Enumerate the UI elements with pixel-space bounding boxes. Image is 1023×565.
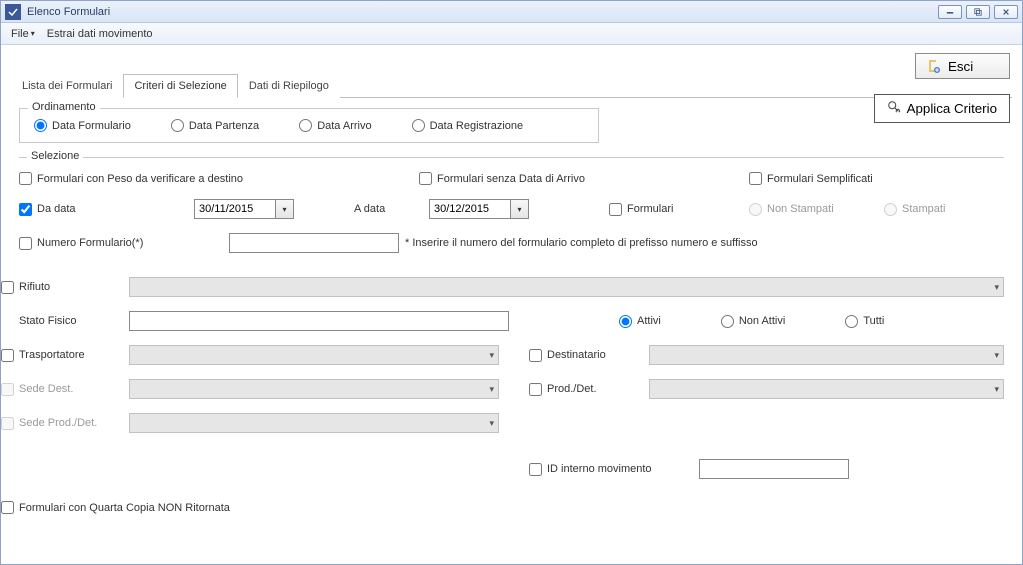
check-prod-det[interactable]: Prod./Det.: [529, 383, 597, 396]
stato-fisico-input[interactable]: [129, 311, 509, 331]
tab-dati-riepilogo[interactable]: Dati di Riepilogo: [238, 74, 340, 98]
check-destinatario[interactable]: Destinatario: [529, 349, 606, 362]
check-quarta-copia[interactable]: Formulari con Quarta Copia NON Ritornata: [1, 501, 230, 514]
da-data-picker-button[interactable]: ▾: [276, 199, 294, 219]
ordinamento-legend: Ordinamento: [28, 101, 100, 113]
menubar: File ▾ Estrai dati movimento: [1, 23, 1022, 45]
check-peso-verificare[interactable]: Formulari con Peso da verificare a desti…: [19, 172, 243, 185]
da-data-field: ▾: [194, 199, 294, 219]
chevron-down-icon: ▾: [489, 350, 494, 361]
esci-button[interactable]: Esci: [915, 53, 1010, 79]
check-sede-prod-det: Sede Prod./Det.: [1, 417, 97, 430]
prod-det-combo[interactable]: ▾: [649, 379, 1004, 399]
tab-bar: Lista dei Formulari Criteri di Selezione…: [11, 73, 1012, 98]
hint-numero: * Inserire il numero del formulario comp…: [405, 237, 758, 249]
radio-stampati: Stampati: [884, 203, 945, 216]
radio-data-registrazione[interactable]: Data Registrazione: [412, 119, 524, 132]
menu-file[interactable]: File ▾: [5, 26, 41, 42]
radio-tutti[interactable]: Tutti: [845, 315, 884, 328]
sede-dest-combo[interactable]: ▾: [129, 379, 499, 399]
form-area: Ordinamento Data Formulario Data Partenz…: [11, 98, 1012, 514]
menu-file-label: File: [11, 28, 29, 40]
check-rifiuto[interactable]: Rifiuto: [1, 281, 50, 294]
numero-formulario-input[interactable]: [229, 233, 399, 253]
window-controls: [938, 5, 1018, 19]
app-window: Elenco Formulari File ▾ Estrai dati movi…: [0, 0, 1023, 565]
id-interno-input[interactable]: [699, 459, 849, 479]
exit-icon: [926, 58, 942, 74]
sede-prod-det-combo[interactable]: ▾: [129, 413, 499, 433]
radio-attivi[interactable]: Attivi: [619, 315, 661, 328]
check-semplificati[interactable]: Formulari Semplificati: [749, 172, 873, 185]
esci-label: Esci: [948, 59, 973, 74]
check-formulari[interactable]: Formulari: [609, 203, 673, 216]
a-data-label: A data: [354, 203, 385, 215]
chevron-down-icon: ▾: [489, 418, 494, 429]
selezione-legend: Selezione: [27, 150, 83, 162]
tab-criteri-selezione[interactable]: Criteri di Selezione: [123, 74, 237, 98]
tab-lista-formulari[interactable]: Lista dei Formulari: [11, 74, 123, 98]
app-icon: [5, 4, 21, 20]
close-button[interactable]: [994, 5, 1018, 19]
chevron-down-icon: ▾: [282, 205, 286, 214]
radio-non-attivi[interactable]: Non Attivi: [721, 315, 785, 328]
radio-data-partenza[interactable]: Data Partenza: [171, 119, 259, 132]
chevron-down-icon: ▾: [994, 384, 999, 395]
content-area: Esci Applica Criterio Lista dei Formular…: [1, 45, 1022, 564]
check-da-data[interactable]: Da data: [19, 203, 76, 216]
ordinamento-fieldset: Ordinamento Data Formulario Data Partenz…: [19, 108, 599, 143]
applica-criterio-button[interactable]: Applica Criterio: [874, 94, 1010, 123]
a-data-input[interactable]: [429, 199, 511, 219]
check-id-interno[interactable]: ID interno movimento: [529, 463, 652, 476]
title-bar: Elenco Formulari: [1, 1, 1022, 23]
check-trasportatore[interactable]: Trasportatore: [1, 349, 85, 362]
trasportatore-combo[interactable]: ▾: [129, 345, 499, 365]
minimize-button[interactable]: [938, 5, 962, 19]
chevron-down-icon: ▾: [994, 350, 999, 361]
radio-non-stampati: Non Stampati: [749, 203, 834, 216]
radio-data-arrivo[interactable]: Data Arrivo: [299, 119, 371, 132]
check-senza-arrivo[interactable]: Formulari senza Data di Arrivo: [419, 172, 585, 185]
destinatario-combo[interactable]: ▾: [649, 345, 1004, 365]
da-data-input[interactable]: [194, 199, 276, 219]
menu-estrai[interactable]: Estrai dati movimento: [41, 26, 159, 42]
chevron-down-icon: ▾: [517, 205, 521, 214]
chevron-down-icon: ▾: [489, 384, 494, 395]
a-data-picker-button[interactable]: ▾: [511, 199, 529, 219]
maximize-button[interactable]: [966, 5, 990, 19]
menu-estrai-label: Estrai dati movimento: [47, 28, 153, 40]
chevron-down-icon: ▾: [31, 29, 35, 38]
radio-data-formulario[interactable]: Data Formulario: [34, 119, 131, 132]
search-icon: [887, 100, 901, 117]
stato-fisico-label: Stato Fisico: [19, 315, 76, 327]
applica-label: Applica Criterio: [907, 101, 997, 116]
selezione-fieldset: Selezione Formulari con Peso da verifica…: [19, 157, 1004, 514]
check-sede-dest: Sede Dest.: [1, 383, 73, 396]
check-numero-formulario[interactable]: Numero Formulario(*): [19, 237, 143, 250]
chevron-down-icon: ▾: [994, 282, 999, 293]
a-data-field: ▾: [429, 199, 529, 219]
window-title: Elenco Formulari: [27, 6, 938, 18]
rifiuto-combo[interactable]: ▾: [129, 277, 1004, 297]
